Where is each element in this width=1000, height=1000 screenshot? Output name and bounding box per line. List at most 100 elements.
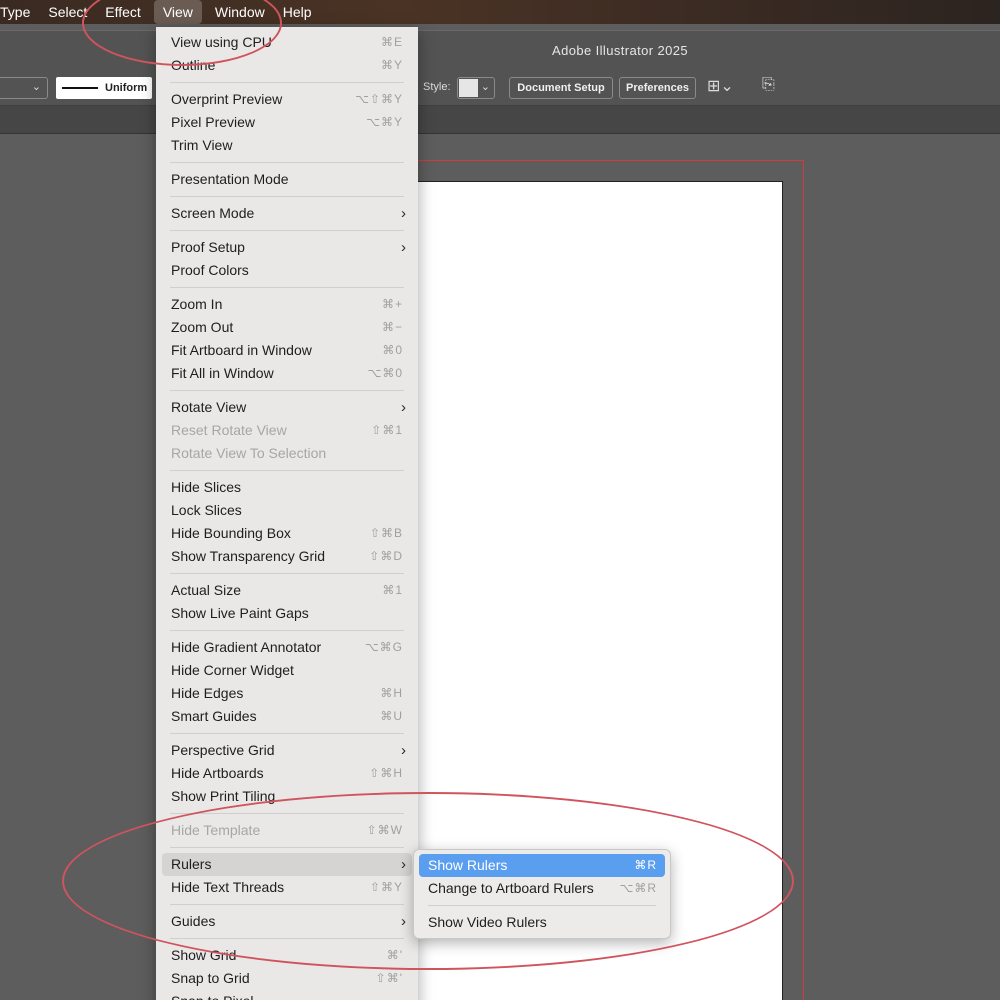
submenu-item-show-video-rulers[interactable]: Show Video Rulers	[419, 911, 665, 934]
menu-item-hide-corner-widget[interactable]: Hide Corner Widget	[162, 659, 412, 682]
menu-separator	[170, 933, 404, 944]
chevron-right-icon: ›	[401, 399, 406, 416]
menu-separator	[170, 191, 404, 202]
menu-item-label: Screen Mode	[171, 205, 255, 221]
menubar-select[interactable]: Select	[39, 0, 96, 24]
menu-item-proof-colors[interactable]: Proof Colors	[162, 259, 412, 282]
menu-item-label: Overprint Preview	[171, 91, 283, 107]
menu-item-shortcut: ⌘+	[381, 297, 403, 311]
style-swatch	[459, 79, 478, 97]
menu-item-label: Show Print Tiling	[171, 788, 276, 804]
menu-item-hide-text-threads[interactable]: Hide Text Threads ⇧⌘Y	[162, 876, 412, 899]
menubar-effect[interactable]: Effect	[96, 0, 150, 24]
submenu-item-label: Show Video Rulers	[428, 914, 547, 930]
menu-item-label: Hide Slices	[171, 479, 242, 495]
menu-item-hide-edges[interactable]: Hide Edges ⌘H	[162, 682, 412, 705]
menu-item-trim-view[interactable]: Trim View	[162, 134, 412, 157]
menu-item-shortcut: ⌥⌘Y	[366, 115, 403, 129]
menubar-type[interactable]: Type	[0, 0, 39, 24]
menu-item-hide-slices[interactable]: Hide Slices	[162, 476, 412, 499]
menu-item-label: Proof Setup	[171, 239, 245, 255]
submenu-item-label: Show Rulers	[428, 857, 508, 873]
submenu-item-shortcut: ⌘R	[634, 858, 657, 872]
menu-item-label: Hide Edges	[171, 685, 244, 701]
menu-item-perspective-grid[interactable]: Perspective Grid ›	[162, 739, 412, 762]
menu-item-hide-bounding-box[interactable]: Hide Bounding Box ⇧⌘B	[162, 522, 412, 545]
menu-item-shortcut: ⌘Y	[380, 58, 403, 72]
chevron-right-icon: ›	[401, 205, 406, 222]
menubar-view[interactable]: View	[153, 0, 202, 24]
menu-item-shortcut: ⇧⌘H	[369, 766, 403, 780]
preferences-button[interactable]: Preferences	[619, 77, 696, 99]
control-bar: ⌄ Uniform Style: ⌄ Document Setup Prefer…	[0, 70, 1000, 106]
menubar-window[interactable]: Window	[206, 0, 274, 24]
menu-item-shortcut: ⌘E	[380, 35, 403, 49]
menu-separator	[170, 842, 404, 853]
menu-item-rotate-view[interactable]: Rotate View ›	[162, 396, 412, 419]
chevron-right-icon: ›	[401, 742, 406, 759]
menu-separator	[170, 728, 404, 739]
menu-item-guides[interactable]: Guides ›	[162, 910, 412, 933]
menu-item-shortcut: ⌘U	[380, 709, 403, 723]
graphic-style-dropdown[interactable]: ⌄	[457, 77, 495, 99]
menu-separator	[170, 808, 404, 819]
menu-separator	[170, 282, 404, 293]
menu-item-pixel-preview[interactable]: Pixel Preview ⌥⌘Y	[162, 111, 412, 134]
menu-separator	[170, 385, 404, 396]
menu-item-lock-slices[interactable]: Lock Slices	[162, 499, 412, 522]
menu-separator	[170, 465, 404, 476]
menu-item-show-transparency-grid[interactable]: Show Transparency Grid ⇧⌘D	[162, 545, 412, 568]
menu-item-label: Hide Artboards	[171, 765, 264, 781]
menu-item-label: Fit All in Window	[171, 365, 274, 381]
variable-width-profile-dropdown[interactable]: Uniform	[56, 77, 152, 99]
menu-separator	[170, 625, 404, 636]
menu-item-hide-artboards[interactable]: Hide Artboards ⇧⌘H	[162, 762, 412, 785]
menubar-help[interactable]: Help	[274, 0, 321, 24]
menu-item-label: Hide Corner Widget	[171, 662, 294, 678]
menu-item-shortcut: ⌘'	[386, 948, 403, 962]
menu-item-label: Hide Template	[171, 822, 261, 838]
menu-item-actual-size[interactable]: Actual Size ⌘1	[162, 579, 412, 602]
menu-item-screen-mode[interactable]: Screen Mode ›	[162, 202, 412, 225]
menu-item-shortcut: ⇧⌘B	[369, 526, 403, 540]
menu-item-zoom-in[interactable]: Zoom In ⌘+	[162, 293, 412, 316]
menu-item-show-grid[interactable]: Show Grid ⌘'	[162, 944, 412, 967]
menu-item-overprint-preview[interactable]: Overprint Preview ⌥⇧⌘Y	[162, 88, 412, 111]
share-icon[interactable]: ⎘	[762, 76, 775, 94]
menu-item-show-print-tiling[interactable]: Show Print Tiling	[162, 785, 412, 808]
view-menu: View using CPU ⌘E Outline ⌘Y Overprint Previ…	[156, 27, 418, 1000]
arrange-documents-icon[interactable]: ⊞⌄	[707, 76, 734, 96]
menu-item-hide-gradient-annotator[interactable]: Hide Gradient Annotator ⌥⌘G	[162, 636, 412, 659]
stroke-weight-dropdown[interactable]: ⌄	[0, 77, 48, 99]
menu-item-snap-to-pixel[interactable]: Snap to Pixel	[162, 990, 412, 1000]
menu-item-rulers[interactable]: Rulers ›	[162, 853, 412, 876]
menu-item-label: Guides	[171, 913, 216, 929]
menu-item-snap-to-grid[interactable]: Snap to Grid ⇧⌘'	[162, 967, 412, 990]
menu-item-view-using-cpu[interactable]: View using CPU ⌘E	[162, 31, 412, 54]
menu-separator	[170, 157, 404, 168]
menu-item-zoom-out[interactable]: Zoom Out ⌘−	[162, 316, 412, 339]
menu-item-shortcut: ⌘−	[381, 320, 403, 334]
menu-item-fit-all-in-window[interactable]: Fit All in Window ⌥⌘0	[162, 362, 412, 385]
menu-item-outline[interactable]: Outline ⌘Y	[162, 54, 412, 77]
menu-item-shortcut: ⌘0	[382, 343, 403, 357]
menu-separator	[170, 568, 404, 579]
menu-item-label: View using CPU	[171, 34, 272, 50]
menu-item-smart-guides[interactable]: Smart Guides ⌘U	[162, 705, 412, 728]
menu-item-label: Outline	[171, 57, 216, 73]
menu-separator	[170, 77, 404, 88]
submenu-item-show-rulers[interactable]: Show Rulers ⌘R	[419, 854, 665, 877]
menu-item-label: Rulers	[171, 856, 212, 872]
menu-item-fit-artboard-in-window[interactable]: Fit Artboard in Window ⌘0	[162, 339, 412, 362]
window-title: Adobe Illustrator 2025	[552, 43, 688, 58]
menu-item-label: Zoom Out	[171, 319, 234, 335]
menu-item-presentation-mode[interactable]: Presentation Mode	[162, 168, 412, 191]
menu-item-show-live-paint-gaps[interactable]: Show Live Paint Gaps	[162, 602, 412, 625]
menu-item-shortcut: ⌘1	[382, 583, 403, 597]
menu-item-label: Pixel Preview	[171, 114, 256, 130]
menu-item-label: Snap to Pixel	[171, 993, 254, 1000]
menu-item-proof-setup[interactable]: Proof Setup ›	[162, 236, 412, 259]
menu-item-label: Snap to Grid	[171, 970, 250, 986]
document-setup-button[interactable]: Document Setup	[509, 77, 613, 99]
submenu-item-change-to-artboard-rulers[interactable]: Change to Artboard Rulers ⌥⌘R	[419, 877, 665, 900]
